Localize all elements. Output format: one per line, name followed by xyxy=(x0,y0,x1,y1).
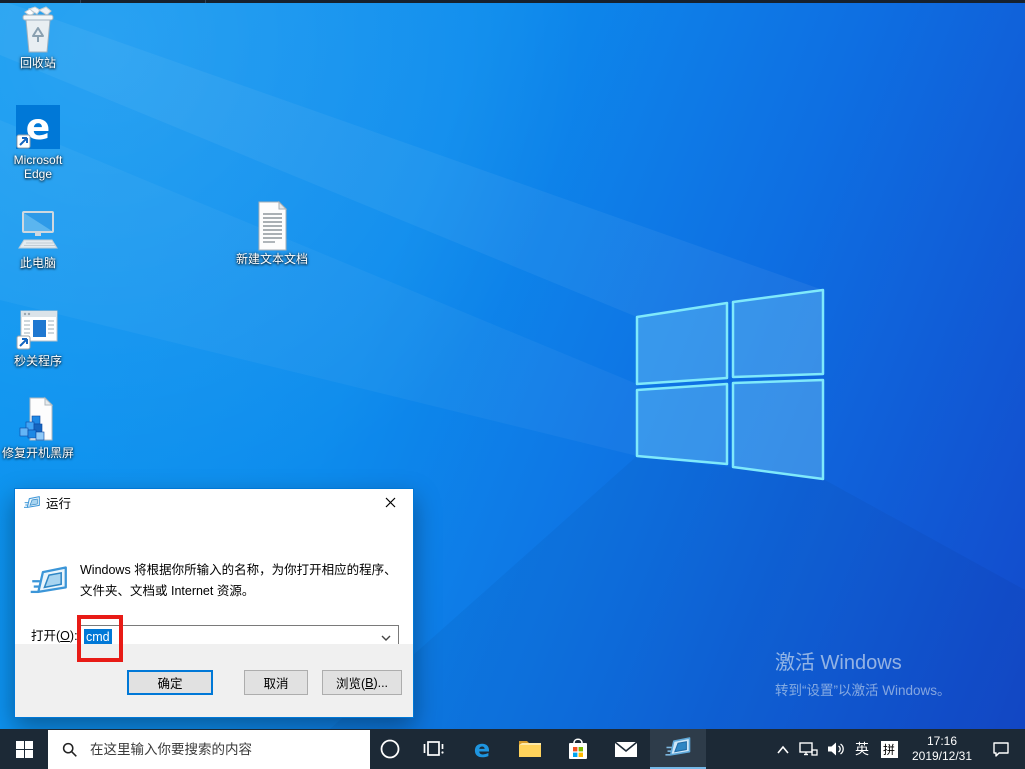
description-line-2: 文件夹、文档或 Internet 资源。 xyxy=(80,584,255,598)
edge-taskbar-button[interactable]: e xyxy=(458,729,506,769)
recycle-bin-icon xyxy=(14,6,62,54)
start-button[interactable] xyxy=(0,729,48,769)
this-pc-icon xyxy=(14,206,62,254)
run-dialog-body: Windows 将根据你所输入的名称，为你打开相应的程序、 文件夹、文档或 In… xyxy=(15,516,413,662)
browse-button[interactable]: 浏览(B)... xyxy=(322,670,402,695)
clock-date: 2019/12/31 xyxy=(911,749,973,763)
run-dialog-title: 运行 xyxy=(46,497,72,511)
file-explorer-icon xyxy=(519,741,541,757)
chevron-down-icon[interactable] xyxy=(381,628,391,646)
edge-icon: e xyxy=(14,103,62,151)
run-icon xyxy=(665,737,691,756)
svg-text:e: e xyxy=(474,736,490,762)
ime-language-indicator[interactable]: 英 xyxy=(849,729,875,769)
ime-mode-indicator[interactable]: 拼 xyxy=(875,729,903,769)
hidden-icons-chevron-icon[interactable] xyxy=(771,729,795,769)
cortana-icon xyxy=(380,739,400,759)
run-app-button-active[interactable] xyxy=(650,729,706,769)
task-view-button[interactable] xyxy=(410,729,458,769)
registry-file-icon xyxy=(14,396,62,444)
desktop-icon-registry-file[interactable]: 修复开机黑屏 xyxy=(0,396,76,460)
desktop-icon-label: 新建文本文档 xyxy=(235,252,308,266)
cortana-button[interactable] xyxy=(370,729,410,769)
file-explorer-button[interactable] xyxy=(506,729,554,769)
taskbar-search-box[interactable] xyxy=(48,730,370,769)
desktop-icon-recycle-bin[interactable]: 回收站 xyxy=(0,6,76,70)
taskbar-spacer xyxy=(706,729,771,769)
search-input[interactable] xyxy=(88,741,370,758)
desktop-icon-this-pc[interactable]: 此电脑 xyxy=(0,206,76,270)
desktop-screen: 回收站 e Microsoft Edge 此电脑 秒关程序 修复开机黑屏 新建文… xyxy=(0,0,1025,769)
desktop-icon-label: 秒关程序 xyxy=(13,354,62,368)
edge-icon: e xyxy=(474,736,490,762)
watermark-subtitle: 转到“设置”以激活 Windows。 xyxy=(775,683,951,698)
taskbar-clock[interactable]: 17:16 2019/12/31 xyxy=(903,729,981,769)
description-line-1: Windows 将根据你所输入的名称，为你打开相应的程序、 xyxy=(80,563,397,577)
desktop-icon-label: 修复开机黑屏 xyxy=(1,446,74,460)
network-icon[interactable] xyxy=(795,729,822,769)
system-tray: 英 拼 17:16 2019/12/31 xyxy=(771,729,1025,769)
close-icon[interactable] xyxy=(368,489,413,516)
store-button[interactable] xyxy=(554,729,602,769)
ok-button[interactable]: 确定 xyxy=(127,670,213,695)
desktop-icon-program-shortcut[interactable]: 秒关程序 xyxy=(0,304,76,368)
run-icon-large xyxy=(29,566,69,603)
red-annotation-box xyxy=(77,615,123,662)
mail-button[interactable] xyxy=(602,729,650,769)
cancel-button[interactable]: 取消 xyxy=(244,670,308,695)
desktop-icon-label: Microsoft Edge xyxy=(13,153,63,181)
task-view-icon xyxy=(423,741,444,756)
run-dialog: 运行 Windows 将根据你所输入的名称，为你打开相应的程序、 文件夹、文档或… xyxy=(14,488,414,718)
action-center-icon[interactable] xyxy=(981,729,1021,769)
desktop-icon-new-text-document[interactable]: 新建文本文档 xyxy=(234,200,310,266)
desktop-icon-label: 此电脑 xyxy=(19,256,56,270)
top-edge-strip xyxy=(0,0,1025,3)
text-document-icon xyxy=(248,200,296,251)
clock-time: 17:16 xyxy=(926,734,958,748)
store-icon xyxy=(569,738,587,759)
mail-icon xyxy=(614,741,638,757)
volume-icon[interactable] xyxy=(822,729,849,769)
windows-logo xyxy=(635,288,825,481)
windows-start-icon xyxy=(15,740,33,758)
program-window-icon xyxy=(14,304,62,352)
run-dialog-footer: 确定 取消 浏览(B)... xyxy=(15,644,413,717)
watermark-title: 激活 Windows xyxy=(775,652,902,674)
taskbar: e xyxy=(0,729,1025,769)
activation-watermark: 激活 Windows 转到“设置”以激活 Windows。 xyxy=(775,646,951,699)
run-dialog-titlebar: 运行 xyxy=(15,489,413,516)
run-icon xyxy=(24,495,40,508)
desktop-icon-microsoft-edge[interactable]: e Microsoft Edge xyxy=(0,103,76,181)
search-icon xyxy=(62,742,78,758)
desktop-icon-label: 回收站 xyxy=(19,56,56,70)
run-dialog-description: Windows 将根据你所输入的名称，为你打开相应的程序、 文件夹、文档或 In… xyxy=(80,560,397,602)
ime-mode-box: 拼 xyxy=(880,740,898,758)
